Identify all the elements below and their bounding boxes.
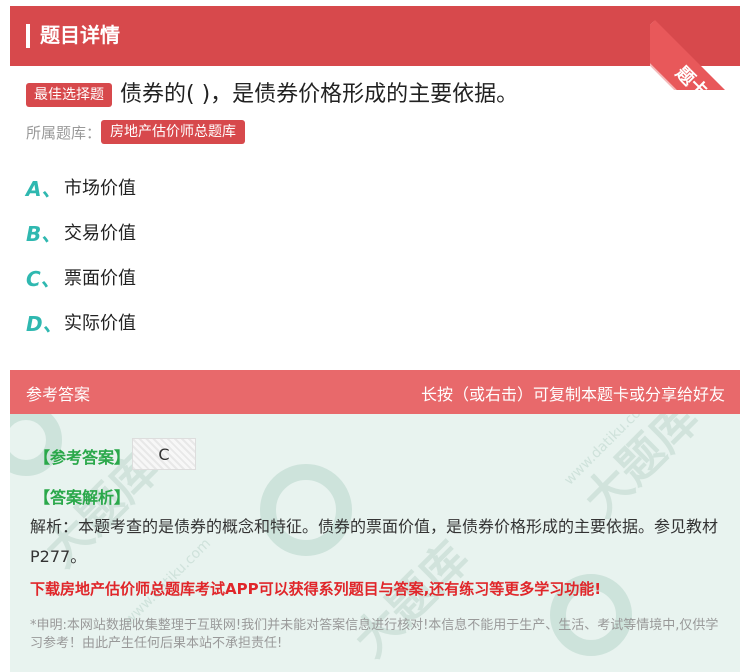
title-accent-bar: [26, 24, 30, 48]
reference-answer-image: C: [132, 438, 196, 470]
option-text: 实际价值: [64, 313, 136, 334]
option-a[interactable]: A、 市场价值: [26, 172, 136, 202]
question-bank-link[interactable]: 房地产估价师总题库: [101, 120, 246, 144]
option-c[interactable]: C、 票面价值: [26, 262, 136, 292]
option-letter: C、: [26, 266, 61, 291]
answer-body: 大题库 大题库 大题库 www.datiku.com www.datiku.co…: [10, 414, 740, 672]
explanation-label: 【答案解析】: [34, 488, 131, 507]
page-title: 题目详情: [40, 23, 120, 47]
reference-answer-label: 【参考答案】: [34, 448, 131, 467]
app-promo-text[interactable]: 下载房地产估价师总题库考试APP可以获得系列题目与答案,还有练习等更多学习功能!: [30, 578, 730, 599]
question-text: 债券的( )，是债券价格形成的主要依据。: [120, 82, 519, 107]
option-text: 交易价值: [64, 223, 136, 244]
question-bank-label: 所属题库：: [26, 123, 102, 142]
option-letter: A、: [26, 176, 62, 201]
header-bar: 题目详情: [10, 6, 740, 66]
option-letter: D、: [26, 311, 63, 336]
corner-ribbon: 题卡: [650, 0, 750, 90]
option-text: 市场价值: [64, 178, 136, 199]
question-bank-row: 所属题库： 房地产估价师总题库: [26, 120, 246, 144]
explanation-text: 解析：本题考查的是债券的概念和特征。债券的票面价值，是债券价格形成的主要依据。参…: [30, 517, 719, 566]
question-type-tag: 最佳选择题: [26, 83, 112, 107]
question-row: 最佳选择题 债券的( )，是债券价格形成的主要依据。: [26, 80, 518, 110]
answer-section-title: 参考答案: [26, 385, 91, 404]
disclaimer-text: *申明:本网站数据收集整理于互联网!我们并未能对答案信息进行核对!本信息不能用于…: [30, 618, 719, 651]
option-b[interactable]: B、 交易价值: [26, 217, 136, 247]
share-hint: 长按（或右击）可复制本题卡或分享给好友: [420, 385, 725, 404]
option-d[interactable]: D、 实际价值: [26, 307, 136, 337]
answer-header: 参考答案 长按（或右击）可复制本题卡或分享给好友: [10, 370, 740, 414]
option-text: 票面价值: [64, 268, 136, 289]
corner-ribbon-label: 题卡: [650, 20, 750, 90]
option-letter: B、: [26, 221, 62, 246]
